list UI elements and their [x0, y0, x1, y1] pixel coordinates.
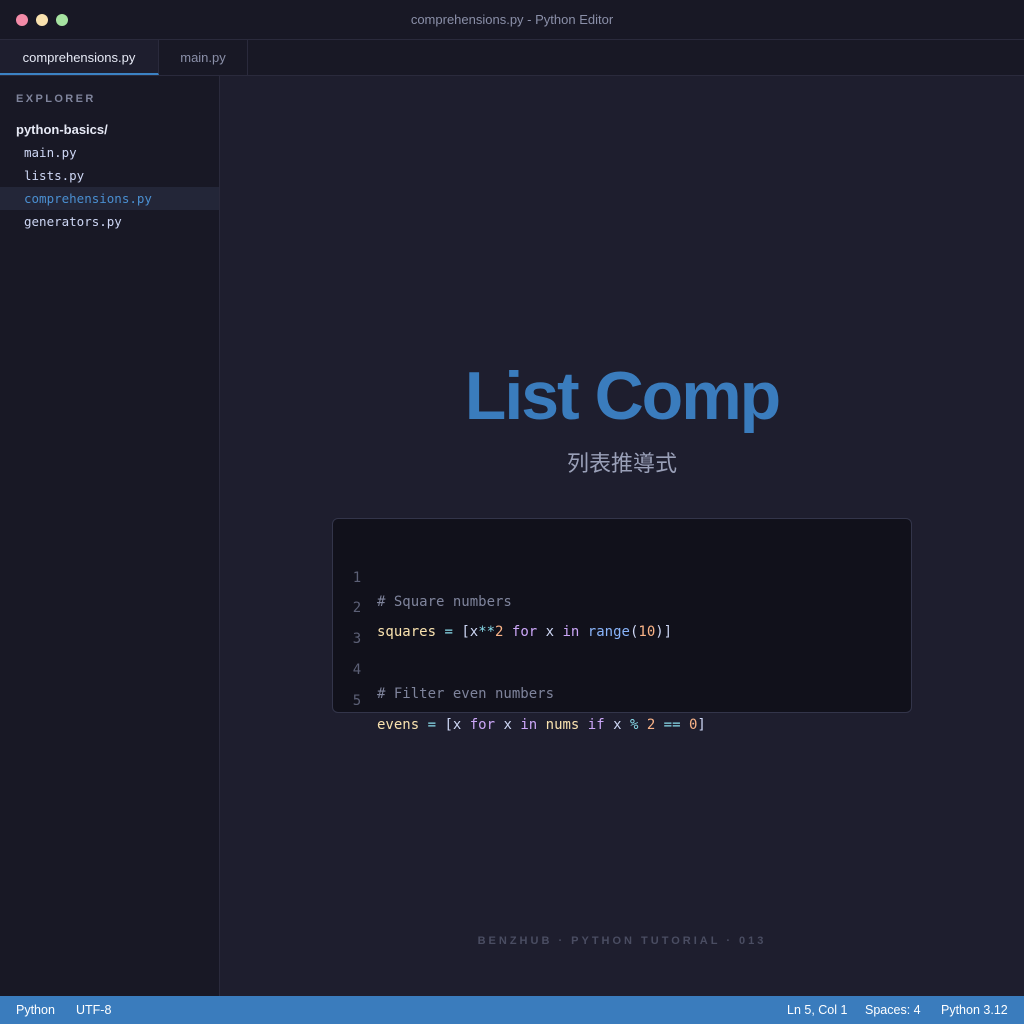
code-operator: **: [478, 624, 496, 640]
code-line: 4 # Filter even numbers: [333, 634, 554, 702]
footer-credit: BENZHUB · PYTHON TUTORIAL · 013: [477, 935, 767, 947]
code-identifier: x: [503, 717, 512, 733]
code-identifier: x: [545, 624, 555, 640]
code-line: 5 evens = [x for x in nums if x % 2 == 0…: [333, 665, 706, 733]
code-operator: =: [419, 717, 445, 733]
file-item-generators[interactable]: generators.py: [0, 210, 219, 233]
status-python-version[interactable]: Python 3.12: [941, 996, 1008, 1024]
code-keyword: for: [503, 624, 546, 640]
status-bar: Python UTF-8 Ln 5, Col 1 Spaces: 4 Pytho…: [0, 996, 1024, 1024]
file-item-main[interactable]: main.py: [0, 141, 219, 164]
code-operator: %: [621, 717, 647, 733]
code-line: 3: [333, 603, 384, 647]
status-cursor-position[interactable]: Ln 5, Col 1: [787, 996, 847, 1024]
code-keyword: for: [461, 717, 504, 733]
code-variable: nums: [545, 717, 580, 733]
window-title: comprehensions.py - Python Editor: [410, 12, 614, 27]
code-operator: ==: [655, 717, 689, 733]
code-keyword: in: [554, 624, 588, 640]
code-keyword: if: [579, 717, 614, 733]
explorer-title: EXPLORER: [16, 93, 96, 105]
code-identifier: x: [613, 717, 622, 733]
code-operator: =: [436, 624, 462, 640]
code-identifier: x: [469, 624, 479, 640]
code-bracket: ]: [697, 717, 706, 733]
code-keyword: in: [511, 717, 546, 733]
code-function: range: [587, 624, 630, 640]
editor-area[interactable]: List Comp 列表推導式 1 # Square numbers 2 squ…: [220, 76, 1024, 996]
sidebar-explorer: EXPLORER python-basics/ main.py lists.py…: [0, 76, 220, 996]
tab-bar: comprehensions.py main.py: [0, 40, 1024, 76]
code-comment: # Square numbers: [377, 594, 512, 610]
code-line: 2 squares = [x**2 for x in range(10)]: [333, 572, 672, 640]
code-variable: evens: [377, 717, 420, 733]
code-number: 10: [638, 624, 656, 640]
code-number: 2: [646, 717, 656, 733]
code-comment: # Filter even numbers: [377, 686, 555, 702]
tab-comprehensions[interactable]: comprehensions.py: [0, 40, 159, 75]
status-indentation[interactable]: Spaces: 4: [865, 996, 921, 1024]
code-line: 1 # Square numbers: [333, 542, 512, 610]
file-item-lists[interactable]: lists.py: [0, 164, 219, 187]
file-item-comprehensions[interactable]: comprehensions.py: [0, 187, 219, 210]
code-bracket: [: [461, 624, 470, 640]
title-bar: comprehensions.py - Python Editor: [0, 0, 1024, 40]
status-language[interactable]: Python: [16, 996, 55, 1024]
slide-subtitle: 列表推導式: [566, 451, 677, 476]
slide-title: List Comp: [464, 358, 781, 434]
tab-main[interactable]: main.py: [159, 40, 248, 75]
code-bracket: [: [444, 717, 453, 733]
code-variable: squares: [377, 624, 437, 640]
line-number: 5: [352, 693, 362, 709]
status-encoding[interactable]: UTF-8: [76, 996, 111, 1024]
code-bracket: )]: [655, 624, 673, 640]
folder-python-basics[interactable]: python-basics/: [16, 122, 108, 137]
code-block: 1 # Square numbers 2 squares = [x**2 for…: [332, 518, 912, 733]
